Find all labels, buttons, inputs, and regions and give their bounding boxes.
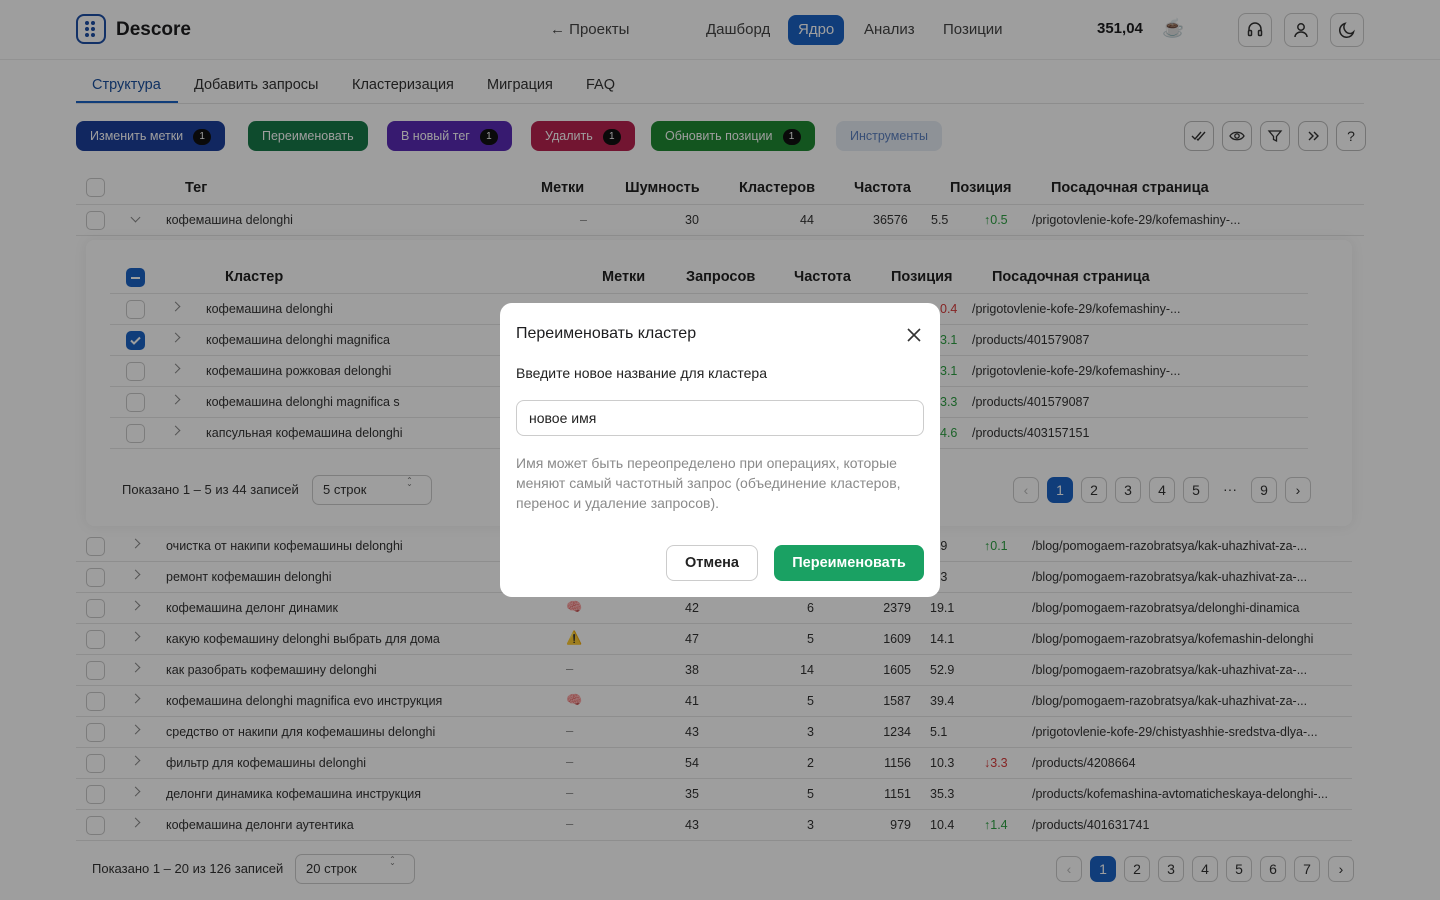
cancel-button[interactable]: Отмена: [666, 545, 758, 581]
close-icon: [907, 328, 921, 342]
close-button[interactable]: [905, 326, 923, 347]
dialog-hint: Имя может быть переопределено при операц…: [516, 455, 901, 511]
dialog-title: Переименовать кластер: [516, 325, 697, 342]
cluster-name-input[interactable]: новое имя: [516, 400, 924, 436]
rename-cluster-dialog: Переименовать кластер Введите новое назв…: [500, 303, 940, 597]
confirm-rename-button[interactable]: Переименовать: [774, 545, 924, 581]
dialog-field-label: Введите новое название для кластера: [516, 365, 768, 381]
